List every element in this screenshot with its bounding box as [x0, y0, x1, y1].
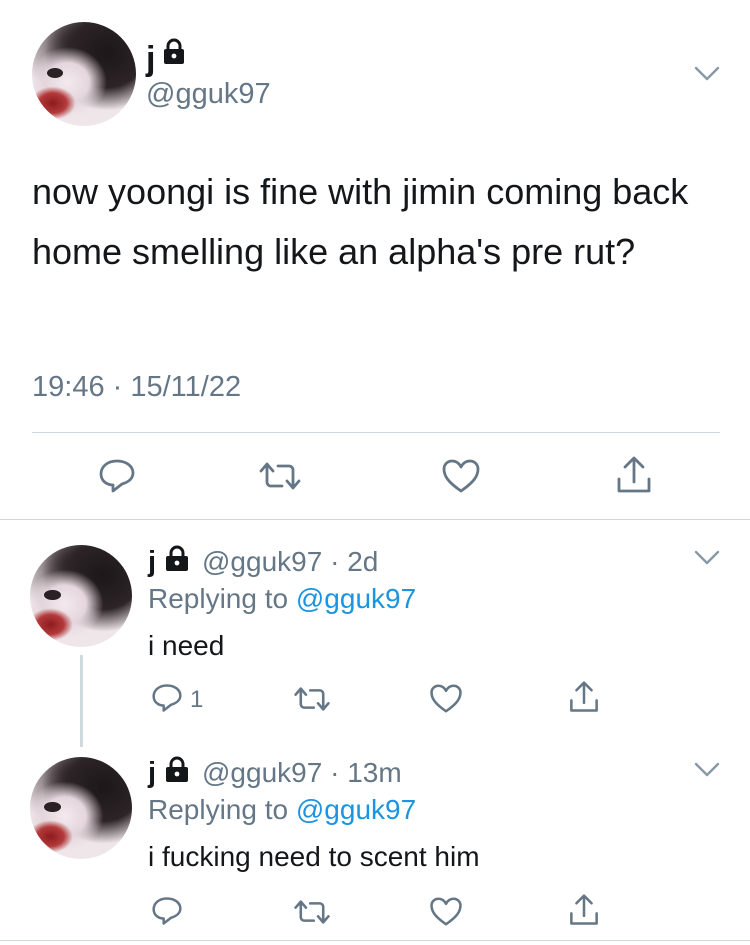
replying-to: Replying to @gguk97 — [148, 583, 416, 615]
retweet-icon[interactable] — [258, 460, 302, 492]
replying-prefix: Replying to — [148, 583, 289, 614]
divider — [32, 432, 720, 433]
user-handle[interactable]: @gguk97 — [202, 757, 322, 788]
avatar[interactable] — [30, 757, 132, 859]
reply-text: i need — [148, 630, 225, 661]
lock-icon — [166, 756, 188, 782]
separator: · — [330, 757, 340, 788]
reply-count: 1 — [190, 686, 204, 713]
retweet-icon[interactable] — [293, 685, 331, 713]
share-icon[interactable] — [615, 455, 653, 495]
relative-time[interactable]: 13m — [347, 757, 401, 788]
mention-link[interactable]: @gguk97 — [296, 583, 416, 614]
heart-icon[interactable] — [429, 683, 463, 714]
chevron-down-icon[interactable] — [694, 66, 720, 82]
divider — [0, 940, 750, 941]
chevron-down-icon[interactable] — [694, 762, 720, 778]
reply-icon[interactable] — [151, 896, 183, 926]
reply-icon[interactable] — [151, 683, 183, 713]
retweet-icon[interactable] — [293, 898, 331, 926]
display-name[interactable]: j — [146, 40, 155, 79]
chevron-down-icon[interactable] — [694, 550, 720, 566]
relative-time[interactable]: 2d — [347, 546, 378, 577]
tweet-text: now yoongi is fine with jimin coming bac… — [32, 171, 689, 272]
heart-icon[interactable] — [441, 458, 481, 494]
heart-icon[interactable] — [429, 896, 463, 927]
lock-icon — [166, 545, 188, 571]
reply-meta: @gguk97 · 2d — [202, 546, 378, 578]
display-name[interactable]: j — [148, 757, 156, 790]
share-icon[interactable] — [568, 680, 600, 714]
tweet-timestamp[interactable]: 19:46 · 15/11/22 — [32, 371, 241, 404]
avatar[interactable] — [30, 545, 132, 647]
display-name[interactable]: j — [148, 546, 156, 579]
separator: · — [330, 546, 340, 577]
thread-line — [80, 655, 83, 747]
replying-prefix: Replying to — [148, 794, 289, 825]
lock-icon — [164, 38, 184, 64]
reply-meta: @gguk97 · 13m — [202, 757, 402, 789]
reply-icon[interactable] — [98, 458, 136, 494]
share-icon[interactable] — [568, 893, 600, 927]
reply-text: i fucking need to scent him — [148, 841, 480, 872]
divider — [0, 519, 750, 520]
user-handle[interactable]: @gguk97 — [202, 546, 322, 577]
replying-to: Replying to @gguk97 — [148, 794, 416, 826]
mention-link[interactable]: @gguk97 — [296, 794, 416, 825]
avatar[interactable] — [32, 22, 136, 126]
user-handle[interactable]: @gguk97 — [146, 78, 271, 111]
